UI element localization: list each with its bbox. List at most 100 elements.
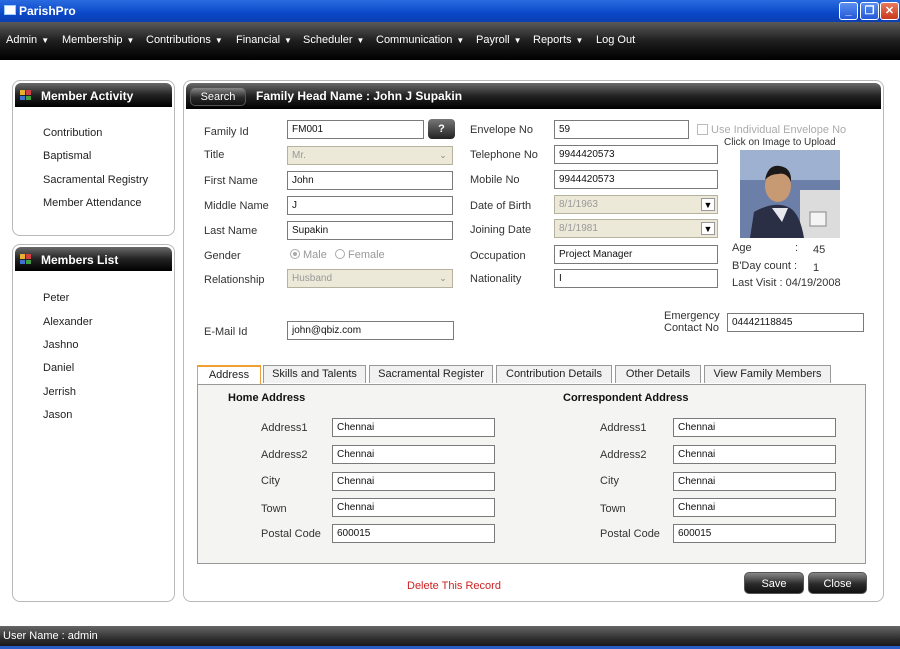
home-address-title: Home Address <box>228 392 306 404</box>
nav-contribution[interactable]: Contribution <box>43 127 102 139</box>
last-visit: Last Visit : 04/19/2008 <box>732 277 841 289</box>
family-head-name: Family Head Name : John J Supakin <box>256 89 463 103</box>
telephone-field[interactable]: 9944420573 <box>554 145 718 164</box>
home-postal-code-field[interactable]: 600015 <box>332 524 495 543</box>
chevron-down-icon[interactable]: ▼ <box>701 222 715 235</box>
dob-label: Date of Birth <box>470 200 532 212</box>
radio-checked-icon <box>290 249 300 259</box>
close-button[interactable]: Close <box>808 572 867 594</box>
menu-contributions[interactable]: Contributions ▼ <box>146 34 223 46</box>
corr-postal-code-field[interactable]: 600015 <box>673 524 836 543</box>
envelope-no-label: Envelope No <box>470 124 533 136</box>
home-town-field[interactable]: Chennai <box>332 498 495 517</box>
nav-sacramental-registry[interactable]: Sacramental Registry <box>43 174 148 186</box>
corr-town-field[interactable]: Chennai <box>673 498 836 517</box>
bday-count-value: 1 <box>813 262 820 274</box>
relationship-select[interactable]: Husband ⌄ <box>287 269 453 288</box>
close-icon[interactable]: ✕ <box>880 2 899 20</box>
gender-male-radio[interactable]: Male <box>290 249 327 261</box>
home-town-label: Town <box>261 503 287 515</box>
radio-icon <box>335 249 345 259</box>
delete-record-link[interactable]: Delete This Record <box>407 580 501 592</box>
mobile-field[interactable]: 9944420573 <box>554 170 718 189</box>
search-button[interactable]: Search <box>190 87 246 106</box>
last-name-field[interactable]: Supakin <box>287 221 453 240</box>
corr-address1-label: Address1 <box>600 422 647 434</box>
user-name-status: User Name : admin <box>3 630 98 642</box>
menu-reports[interactable]: Reports ▼ <box>533 34 583 46</box>
email-label: E-Mail Id <box>204 326 248 338</box>
tab-contribution-details[interactable]: Contribution Details <box>496 365 612 383</box>
menu-communication[interactable]: Communication ▼ <box>376 34 464 46</box>
chevron-down-icon: ▼ <box>126 36 135 45</box>
family-id-lookup-button[interactable]: ? <box>428 119 455 139</box>
email-field[interactable]: john@qbiz.com <box>287 321 454 340</box>
menu-logout[interactable]: Log Out <box>596 34 635 46</box>
first-name-field[interactable]: John <box>287 171 453 190</box>
tab-sacramental-register[interactable]: Sacramental Register <box>369 365 493 383</box>
nav-member-attendance[interactable]: Member Attendance <box>43 197 141 209</box>
member-activity-panel: Member Activity Contribution Baptismal S… <box>12 80 175 236</box>
member-item[interactable]: Alexander <box>43 316 93 328</box>
members-list-title: Members List <box>41 253 119 267</box>
corr-postal-code-label: Postal Code <box>600 528 660 540</box>
menu-admin[interactable]: Admin ▼ <box>6 34 49 46</box>
title-select[interactable]: Mr. ⌄ <box>287 146 453 165</box>
tab-view-family-members[interactable]: View Family Members <box>704 365 831 383</box>
joining-date-picker[interactable]: 8/1/1981 ▼ <box>554 219 718 238</box>
member-activity-title: Member Activity <box>41 89 134 103</box>
age-separator: : <box>795 242 799 254</box>
detail-tabs: Address Skills and Talents Sacramental R… <box>197 365 867 385</box>
emergency-contact-field[interactable]: 04442118845 <box>727 313 864 332</box>
home-address2-label: Address2 <box>261 449 308 461</box>
gender-female-radio[interactable]: Female <box>335 249 385 261</box>
chevron-down-icon[interactable]: ▼ <box>701 198 715 211</box>
use-individual-envelope-checkbox[interactable]: Use Individual Envelope No <box>697 124 846 136</box>
corr-town-label: Town <box>600 503 626 515</box>
corr-city-label: City <box>600 475 619 487</box>
upload-hint: Click on Image to Upload <box>724 137 836 148</box>
dob-picker[interactable]: 8/1/1963 ▼ <box>554 195 718 214</box>
corr-address1-field[interactable]: Chennai <box>673 418 836 437</box>
save-button[interactable]: Save <box>744 572 804 594</box>
nationality-field[interactable]: I <box>554 269 718 288</box>
member-item[interactable]: Jason <box>43 409 72 421</box>
home-city-label: City <box>261 475 280 487</box>
mobile-label: Mobile No <box>470 174 520 186</box>
middle-name-field[interactable]: J <box>287 196 453 215</box>
chevron-down-icon: ▼ <box>41 36 50 45</box>
corr-city-field[interactable]: Chennai <box>673 472 836 491</box>
nav-baptismal[interactable]: Baptismal <box>43 150 91 162</box>
gender-label: Gender <box>204 250 241 262</box>
chevron-down-icon: ▼ <box>284 36 292 45</box>
member-item[interactable]: Daniel <box>43 362 74 374</box>
tab-other-details[interactable]: Other Details <box>615 365 701 383</box>
corr-address2-field[interactable]: Chennai <box>673 445 836 464</box>
menu-financial[interactable]: Financial ▼ <box>236 34 292 46</box>
chevron-down-icon: ▼ <box>214 36 223 45</box>
menu-membership[interactable]: Membership ▼ <box>62 34 134 46</box>
minimize-icon[interactable]: _ <box>839 2 858 20</box>
home-city-field[interactable]: Chennai <box>332 472 495 491</box>
envelope-no-field[interactable]: 59 <box>554 120 689 139</box>
home-address1-label: Address1 <box>261 422 308 434</box>
member-photo[interactable] <box>740 150 840 238</box>
home-address1-field[interactable]: Chennai <box>332 418 495 437</box>
home-address2-field[interactable]: Chennai <box>332 445 495 464</box>
menu-scheduler[interactable]: Scheduler ▼ <box>303 34 364 46</box>
member-item[interactable]: Peter <box>43 292 69 304</box>
chevron-down-icon: ▼ <box>356 36 365 45</box>
status-bar: User Name : admin <box>0 626 900 649</box>
member-item[interactable]: Jerrish <box>43 386 76 398</box>
tab-address[interactable]: Address <box>197 365 261 384</box>
family-id-field[interactable]: FM001 <box>287 120 424 139</box>
menu-payroll[interactable]: Payroll ▼ <box>476 34 522 46</box>
relationship-label: Relationship <box>204 274 265 286</box>
title-label: Title <box>204 149 225 161</box>
occupation-field[interactable]: Project Manager <box>554 245 718 264</box>
tab-skills-and-talents[interactable]: Skills and Talents <box>263 365 366 383</box>
chevron-down-icon: ▼ <box>575 36 584 45</box>
middle-name-label: Middle Name <box>204 200 269 212</box>
member-item[interactable]: Jashno <box>43 339 78 351</box>
restore-icon[interactable]: ❐ <box>860 2 879 20</box>
